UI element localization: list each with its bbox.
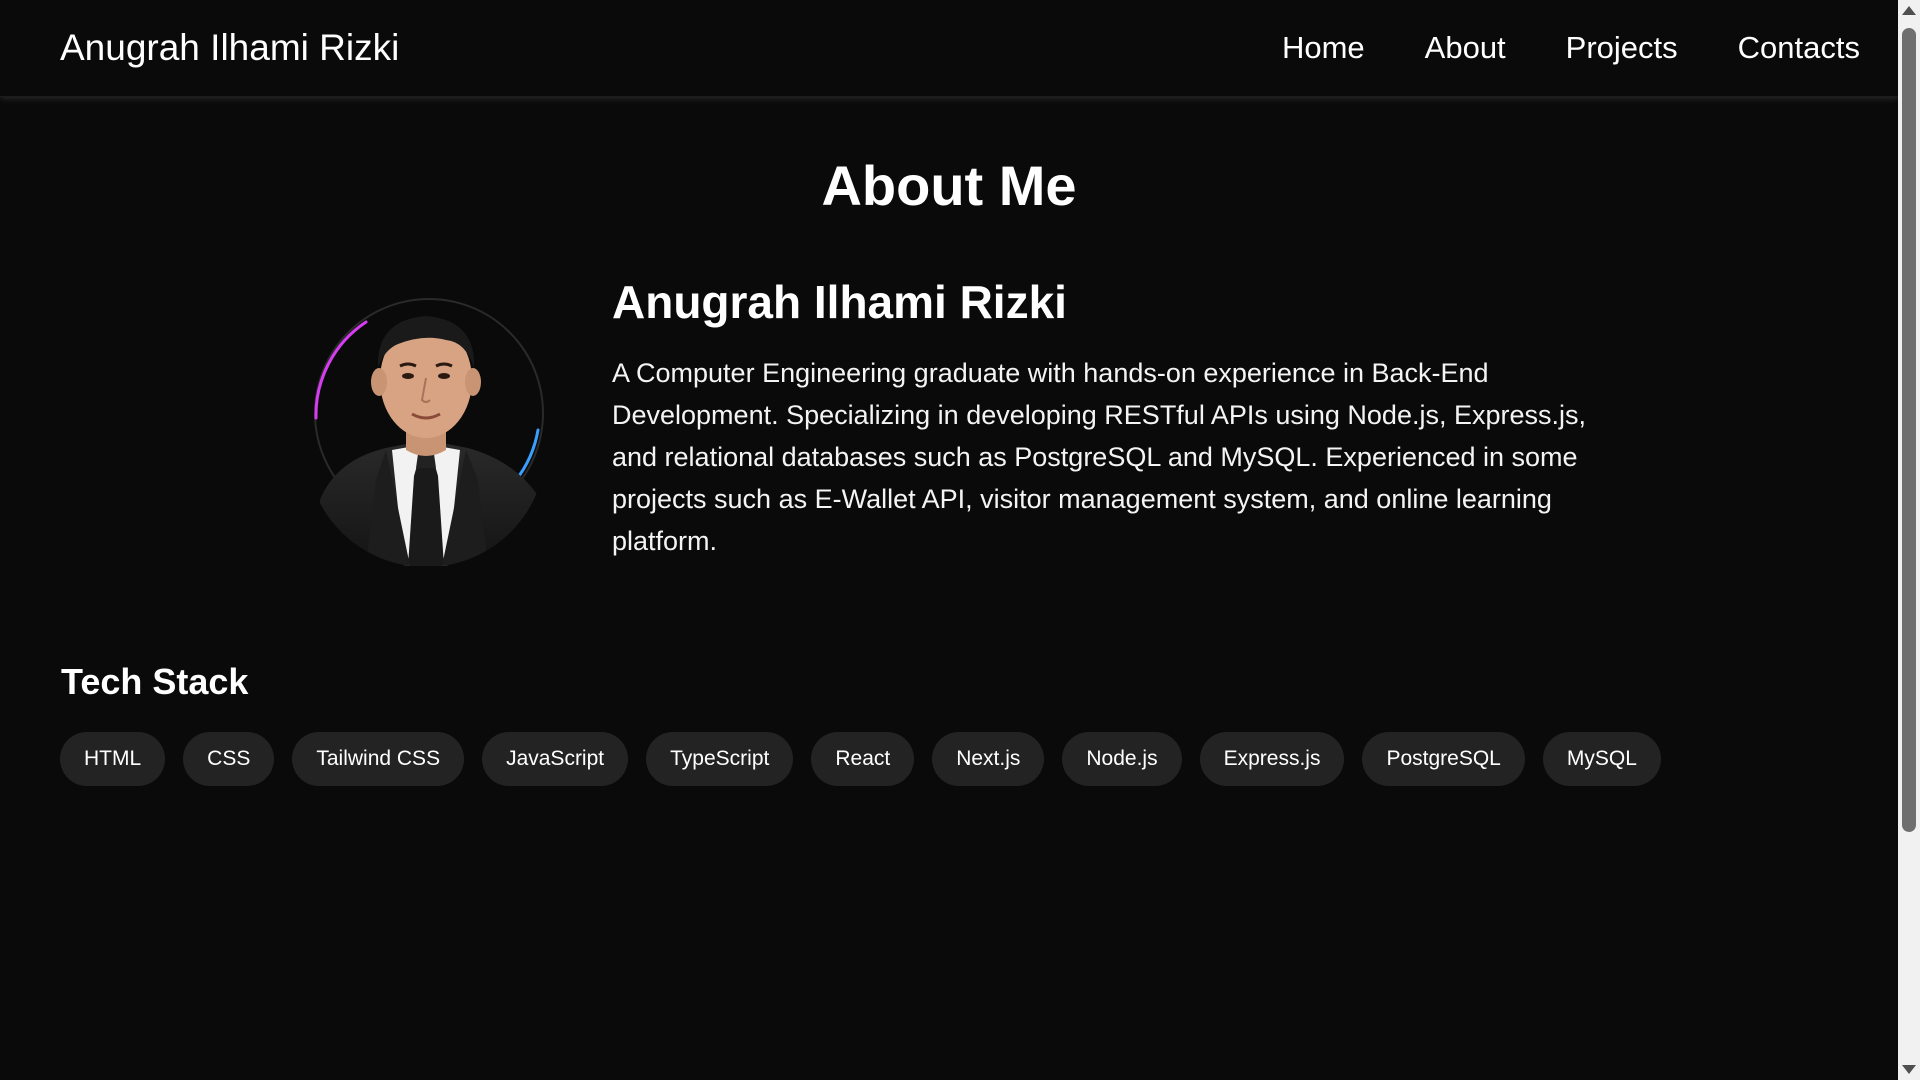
nav-link-projects[interactable]: Projects — [1566, 24, 1678, 72]
nav-link-contacts[interactable]: Contacts — [1738, 24, 1860, 72]
page: Anugrah Ilhami Rizki Home About Projects… — [0, 0, 1920, 1080]
tech-chip-typescript: TypeScript — [646, 732, 794, 786]
scroll-up-arrow-icon[interactable] — [1902, 6, 1916, 15]
tech-chip-javascript: JavaScript — [482, 732, 629, 786]
brand-logo[interactable]: Anugrah Ilhami Rizki — [60, 24, 399, 72]
tech-chip-react: React — [811, 732, 915, 786]
scroll-thumb[interactable] — [1902, 28, 1916, 832]
tech-chip-tailwind-css: Tailwind CSS — [292, 732, 465, 786]
avatar — [306, 290, 554, 566]
tech-chip-css: CSS — [183, 732, 275, 786]
scroll-down-arrow-icon[interactable] — [1902, 1065, 1916, 1074]
tech-stack-list: HTML CSS Tailwind CSS JavaScript TypeScr… — [60, 732, 1661, 786]
ring-accent-blue — [514, 428, 540, 482]
profile-bio: A Computer Engineering graduate with han… — [612, 358, 1586, 556]
nav-links: Home About Projects Contacts — [1282, 24, 1860, 72]
tech-chip-nodejs: Node.js — [1062, 732, 1182, 786]
nav-link-home[interactable]: Home — [1282, 24, 1365, 72]
vertical-scrollbar[interactable] — [1898, 0, 1920, 1080]
page-title: About Me — [821, 154, 1077, 217]
navbar: Anugrah Ilhami Rizki Home About Projects… — [0, 0, 1898, 97]
nav-link-about[interactable]: About — [1425, 24, 1506, 72]
ring-accent-pink — [314, 320, 368, 420]
tech-chip-mysql: MySQL — [1542, 732, 1661, 786]
profile-photo — [314, 316, 546, 566]
tech-chip-nextjs: Next.js — [932, 732, 1045, 786]
profile-name: Anugrah Ilhami Rizki — [612, 276, 1067, 328]
tech-chip-expressjs: Express.js — [1199, 732, 1345, 786]
tech-stack-title: Tech Stack — [61, 661, 249, 702]
tech-chip-postgresql: PostgreSQL — [1362, 732, 1525, 786]
tech-chip-html: HTML — [60, 732, 166, 786]
